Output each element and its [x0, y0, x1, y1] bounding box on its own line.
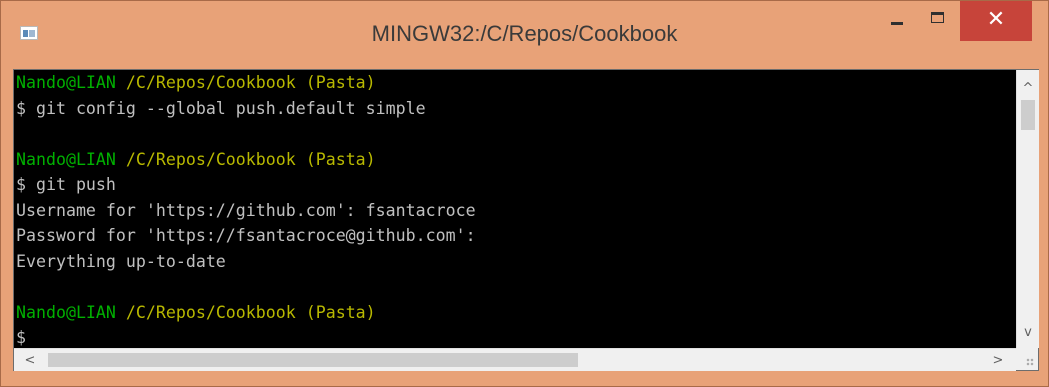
- prompt-line: Nando@LIAN /C/Repos/Cookbook (Pasta): [14, 147, 1014, 173]
- prompt-path: /C/Repos/Cookbook (Pasta): [125, 149, 376, 169]
- horizontal-scrollbar[interactable]: < >: [14, 348, 1016, 371]
- prompt-line: Nando@LIAN /C/Repos/Cookbook (Pasta): [14, 300, 1014, 326]
- terminal-app-icon[interactable]: [20, 26, 38, 40]
- minimize-icon: [891, 21, 903, 25]
- resize-grip-icon: [1026, 358, 1034, 366]
- output-line: Username for 'https://github.com': fsant…: [16, 200, 476, 220]
- output-line: Password for 'https://fsantacroce@github…: [16, 226, 476, 245]
- window-title: MINGW32:/C/Repos/Cookbook: [371, 21, 678, 46]
- maximize-icon: [930, 11, 944, 23]
- vertical-scroll-thumb[interactable]: [1021, 100, 1035, 130]
- resize-grip[interactable]: [1016, 348, 1038, 370]
- scroll-right-icon[interactable]: >: [988, 349, 1008, 371]
- terminal-output[interactable]: Nando@LIAN /C/Repos/Cookbook (Pasta) $ gi…: [14, 70, 1014, 348]
- prompt-user: Nando@LIAN: [16, 149, 116, 169]
- prompt-path: /C/Repos/Cookbook (Pasta): [125, 73, 376, 92]
- scroll-down-icon[interactable]: v: [1017, 322, 1039, 342]
- prompt-user: Nando@LIAN: [16, 73, 116, 92]
- scroll-up-icon[interactable]: ^: [1017, 78, 1039, 98]
- input-line: $: [14, 325, 1014, 348]
- prompt-line: Nando@LIAN /C/Repos/Cookbook (Pasta): [14, 70, 1014, 96]
- vertical-scrollbar[interactable]: ^ v: [1016, 70, 1039, 348]
- output-line: Everything up-to-date: [16, 251, 226, 271]
- prompt-symbol[interactable]: $: [16, 328, 26, 347]
- close-button[interactable]: ✕: [960, 1, 1032, 41]
- terminal-window: MINGW32:/C/Repos/Cookbook ✕ Nando@LIAN /…: [0, 0, 1049, 387]
- minimize-button[interactable]: [880, 1, 914, 43]
- close-icon: ✕: [986, 6, 1006, 32]
- horizontal-scroll-thumb[interactable]: [48, 353, 578, 367]
- maximize-button[interactable]: [920, 1, 954, 43]
- output-line: $ git push: [16, 175, 116, 194]
- console-area[interactable]: Nando@LIAN /C/Repos/Cookbook (Pasta) $ gi…: [13, 69, 1039, 371]
- scroll-left-icon[interactable]: <: [20, 349, 40, 371]
- prompt-user: Nando@LIAN: [16, 302, 116, 322]
- prompt-path: /C/Repos/Cookbook (Pasta): [125, 302, 376, 322]
- title-bar[interactable]: MINGW32:/C/Repos/Cookbook ✕: [1, 1, 1048, 63]
- output-line: $ git config --global push.default simpl…: [16, 98, 426, 118]
